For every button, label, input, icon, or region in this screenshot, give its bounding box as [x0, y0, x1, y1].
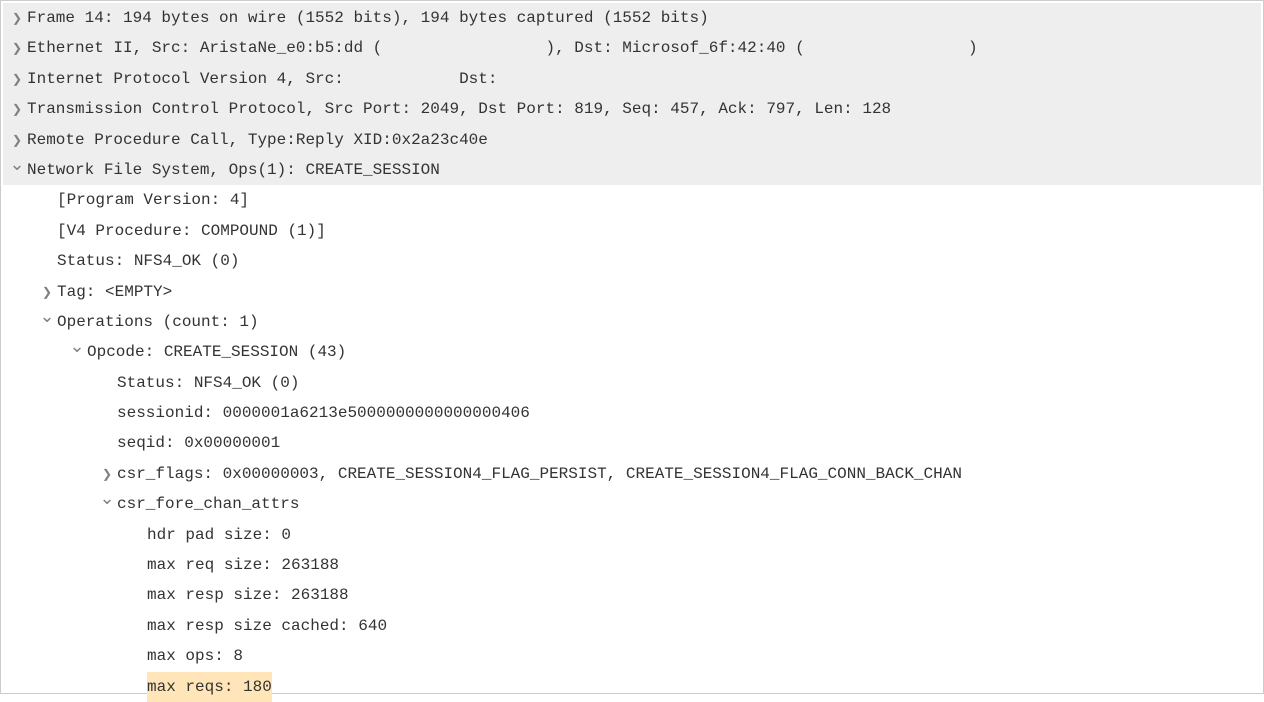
tree-row-label: Status: NFS4_OK (0)	[117, 368, 299, 398]
tree-row-status[interactable]: Status: NFS4_OK (0)	[3, 246, 1261, 276]
tree-row-label: max ops: 8	[147, 641, 243, 671]
tree-row-label: Transmission Control Protocol, Src Port:…	[27, 94, 891, 124]
tree-row-label: max reqs: 180	[147, 672, 272, 702]
tree-row-seqid[interactable]: seqid: 0x00000001	[3, 428, 1261, 458]
tree-row-csr-flags[interactable]: csr_flags: 0x00000003, CREATE_SESSION4_F…	[3, 459, 1261, 489]
tree-row-label: max resp size: 263188	[147, 580, 349, 610]
expander-icon[interactable]	[7, 125, 27, 155]
tree-row-opcode[interactable]: Opcode: CREATE_SESSION (43)	[3, 337, 1261, 367]
tree-row-max-req-size[interactable]: max req size: 263188	[3, 550, 1261, 580]
tree-row-label: sessionid: 0000001a6213e5000000000000000…	[117, 398, 530, 428]
tree-row-label: hdr pad size: 0	[147, 520, 291, 550]
tree-row-tag[interactable]: Tag: <EMPTY>	[3, 277, 1261, 307]
tree-row-frame[interactable]: Frame 14: 194 bytes on wire (1552 bits),…	[3, 3, 1261, 33]
tree-row-operations[interactable]: Operations (count: 1)	[3, 307, 1261, 337]
tree-row-rpc[interactable]: Remote Procedure Call, Type:Reply XID:0x…	[3, 125, 1261, 155]
tree-row-csr-fore-chan[interactable]: csr_fore_chan_attrs	[3, 489, 1261, 519]
tree-row-prog-version[interactable]: [Program Version: 4]	[3, 185, 1261, 215]
tree-row-hdr-pad[interactable]: hdr pad size: 0	[3, 520, 1261, 550]
expander-icon[interactable]	[37, 307, 57, 337]
tree-row-label: csr_flags: 0x00000003, CREATE_SESSION4_F…	[117, 459, 962, 489]
tree-row-nfs[interactable]: Network File System, Ops(1): CREATE_SESS…	[3, 155, 1261, 185]
tree-row-ipv4[interactable]: Internet Protocol Version 4, Src: Dst:	[3, 64, 1261, 94]
tree-row-label: Ethernet II, Src: AristaNe_e0:b5:dd ( ),…	[27, 33, 978, 63]
tree-row-label: max req size: 263188	[147, 550, 339, 580]
expander-icon[interactable]	[7, 33, 27, 63]
tree-row-max-ops[interactable]: max ops: 8	[3, 641, 1261, 671]
expander-icon[interactable]	[7, 3, 27, 33]
tree-row-label: Remote Procedure Call, Type:Reply XID:0x…	[27, 125, 488, 155]
expander-icon[interactable]	[37, 277, 57, 307]
expander-icon[interactable]	[7, 94, 27, 124]
expander-icon[interactable]	[7, 155, 27, 185]
tree-row-max-resp-cached[interactable]: max resp size cached: 640	[3, 611, 1261, 641]
expander-icon[interactable]	[7, 64, 27, 94]
tree-row-label: Network File System, Ops(1): CREATE_SESS…	[27, 155, 440, 185]
tree-row-label: [Program Version: 4]	[57, 185, 249, 215]
tree-row-ethernet[interactable]: Ethernet II, Src: AristaNe_e0:b5:dd ( ),…	[3, 33, 1261, 63]
tree-row-max-reqs[interactable]: max reqs: 180	[3, 672, 1261, 702]
tree-row-label: [V4 Procedure: COMPOUND (1)]	[57, 216, 326, 246]
tree-row-v4-procedure[interactable]: [V4 Procedure: COMPOUND (1)]	[3, 216, 1261, 246]
tree-row-label: Internet Protocol Version 4, Src: Dst:	[27, 64, 497, 94]
expander-icon[interactable]	[97, 489, 117, 519]
expander-icon[interactable]	[97, 459, 117, 489]
tree-row-max-resp-size[interactable]: max resp size: 263188	[3, 580, 1261, 610]
tree-row-sessionid[interactable]: sessionid: 0000001a6213e5000000000000000…	[3, 398, 1261, 428]
tree-row-label: seqid: 0x00000001	[117, 428, 280, 458]
tree-row-op-status[interactable]: Status: NFS4_OK (0)	[3, 368, 1261, 398]
tree-row-label: Status: NFS4_OK (0)	[57, 246, 239, 276]
tree-row-label: Tag: <EMPTY>	[57, 277, 172, 307]
expander-icon[interactable]	[67, 337, 87, 367]
tree-row-label: max resp size cached: 640	[147, 611, 387, 641]
tree-row-label: csr_fore_chan_attrs	[117, 489, 299, 519]
packet-details-tree[interactable]: Frame 14: 194 bytes on wire (1552 bits),…	[3, 3, 1261, 691]
tree-row-label: Opcode: CREATE_SESSION (43)	[87, 337, 346, 367]
tree-row-tcp[interactable]: Transmission Control Protocol, Src Port:…	[3, 94, 1261, 124]
tree-row-label: Frame 14: 194 bytes on wire (1552 bits),…	[27, 3, 709, 33]
tree-row-label: Operations (count: 1)	[57, 307, 259, 337]
